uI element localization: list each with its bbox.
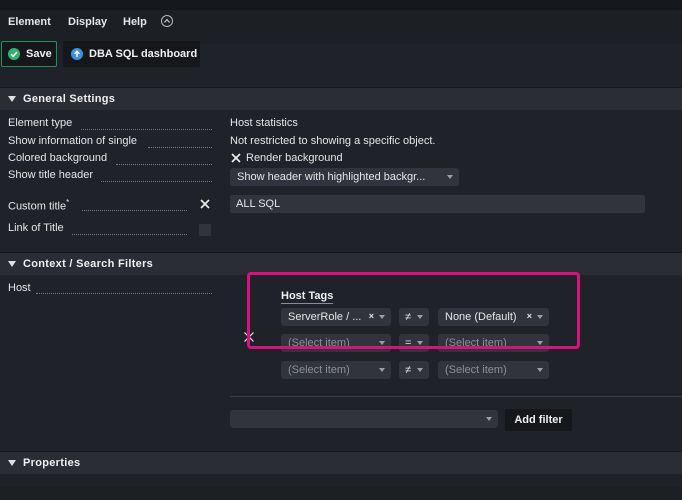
triangle-down-icon <box>8 96 16 102</box>
properties-header[interactable]: Properties <box>0 452 682 474</box>
custom-title-input[interactable]: ALL SQL <box>230 195 645 213</box>
menu-bar: Element Display Help <box>0 0 682 44</box>
check-icon <box>8 48 20 60</box>
leader-dots <box>101 180 212 182</box>
link-title-checkbox[interactable] <box>199 224 211 236</box>
required-mark: * <box>66 198 70 207</box>
host-label: Host <box>8 282 31 294</box>
custom-title-checkbox[interactable] <box>199 198 211 210</box>
tag-value-value: (Select item) <box>445 364 507 376</box>
chevron-up-icon <box>164 18 170 23</box>
chevron-down-icon <box>379 368 385 372</box>
leader-dots <box>82 209 187 211</box>
leader-dots <box>81 128 212 130</box>
save-button[interactable]: Save <box>1 41 57 67</box>
menu-element[interactable]: Element <box>8 16 51 28</box>
highlight-annotation <box>247 272 580 349</box>
title-header-select[interactable]: Show header with highlighted backgr... <box>230 168 459 186</box>
filter-divider <box>230 396 682 397</box>
link-title-label: Link of Title <box>8 222 64 234</box>
tag-group-value: (Select item) <box>288 364 350 376</box>
tag-value-select[interactable]: (Select item) <box>438 361 549 379</box>
leader-dots <box>116 163 212 165</box>
chevron-down-icon <box>447 175 453 179</box>
triangle-down-icon <box>8 261 16 267</box>
render-background-checkbox[interactable] <box>230 152 242 164</box>
leader-dots <box>72 233 187 235</box>
show-info-value: Not restricted to showing a specific obj… <box>230 135 436 147</box>
filter-type-select[interactable] <box>230 410 498 428</box>
collapse-menu-button[interactable] <box>161 15 173 27</box>
general-settings-header[interactable]: General Settings <box>0 88 682 110</box>
add-filter-button[interactable]: Add filter <box>505 409 572 431</box>
tag-operator-select[interactable]: ≠ <box>399 361 429 379</box>
window-top-strip <box>0 0 682 10</box>
title-header-label: Show title header <box>8 169 93 181</box>
dba-sql-dashboard-button[interactable]: DBA SQL dashboard <box>63 41 200 67</box>
leader-dots <box>36 292 212 294</box>
general-settings-title: General Settings <box>23 93 116 105</box>
chevron-down-icon <box>417 368 423 372</box>
custom-title-label: Custom title* <box>8 198 69 213</box>
tag-operator-value: ≠ <box>405 364 412 376</box>
triangle-down-icon <box>8 460 16 466</box>
colored-background-label: Colored background <box>8 152 108 164</box>
save-label: Save <box>26 48 52 60</box>
properties-title: Properties <box>23 457 81 469</box>
menu-display[interactable]: Display <box>68 16 107 28</box>
show-info-label: Show information of single <box>8 135 138 147</box>
context-filters-title: Context / Search Filters <box>23 258 154 270</box>
dashboard-label: DBA SQL dashboard <box>89 48 198 60</box>
chevron-down-icon <box>537 368 543 372</box>
tag-group-select[interactable]: (Select item) <box>281 361 391 379</box>
arrow-up-circle-icon <box>71 48 83 60</box>
bottom-strip <box>0 487 682 500</box>
cross-check-icon <box>200 199 210 209</box>
cross-check-icon <box>231 153 241 163</box>
custom-title-text: Custom title <box>8 200 67 213</box>
element-type-label: Element type <box>8 117 73 129</box>
element-type-value: Host statistics <box>230 117 298 129</box>
title-header-select-value: Show header with highlighted backgr... <box>237 171 426 183</box>
render-background-label: Render background <box>246 152 343 164</box>
leader-dots <box>148 146 212 148</box>
chevron-down-icon <box>486 417 492 421</box>
menu-help[interactable]: Help <box>123 16 147 28</box>
